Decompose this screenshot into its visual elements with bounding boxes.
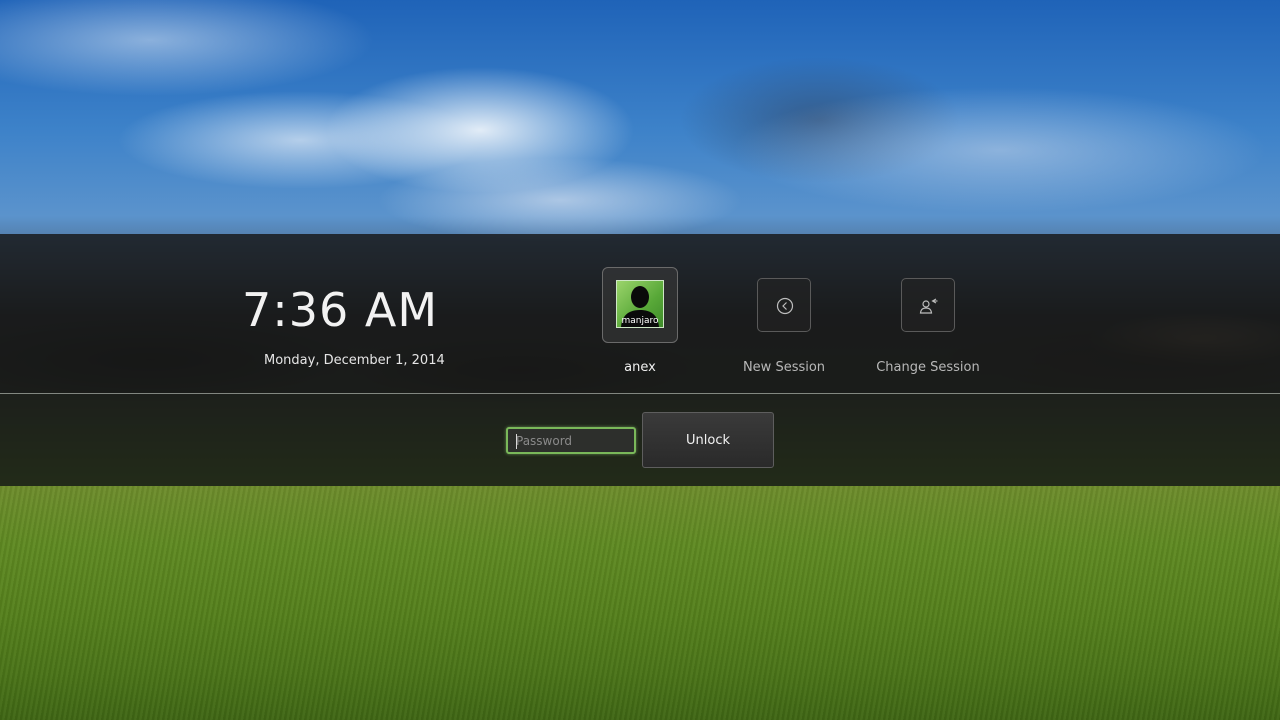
new-session-button[interactable] [757, 278, 811, 332]
user-name: anex [624, 360, 656, 375]
change-session-button[interactable] [901, 278, 955, 332]
user-card[interactable]: manjaro [602, 267, 678, 343]
wallpaper-grass [0, 486, 1280, 720]
lock-screen: 7:36 AM Monday, December 1, 2014 manjaro… [0, 0, 1280, 720]
avatar-brand-text: manjaro [621, 316, 659, 326]
text-caret [516, 434, 517, 449]
avatar: manjaro [616, 280, 664, 328]
arrow-left-circle-icon [776, 297, 794, 315]
clock-time: 7:36 AM [242, 283, 439, 337]
unlock-button[interactable]: Unlock [642, 412, 774, 468]
new-session-label: New Session [742, 360, 826, 375]
change-session-label: Change Session [876, 360, 980, 375]
password-input[interactable] [506, 427, 636, 454]
bottom-panel [0, 394, 1280, 486]
clock-date: Monday, December 1, 2014 [264, 353, 445, 368]
switch-user-icon [919, 298, 938, 314]
